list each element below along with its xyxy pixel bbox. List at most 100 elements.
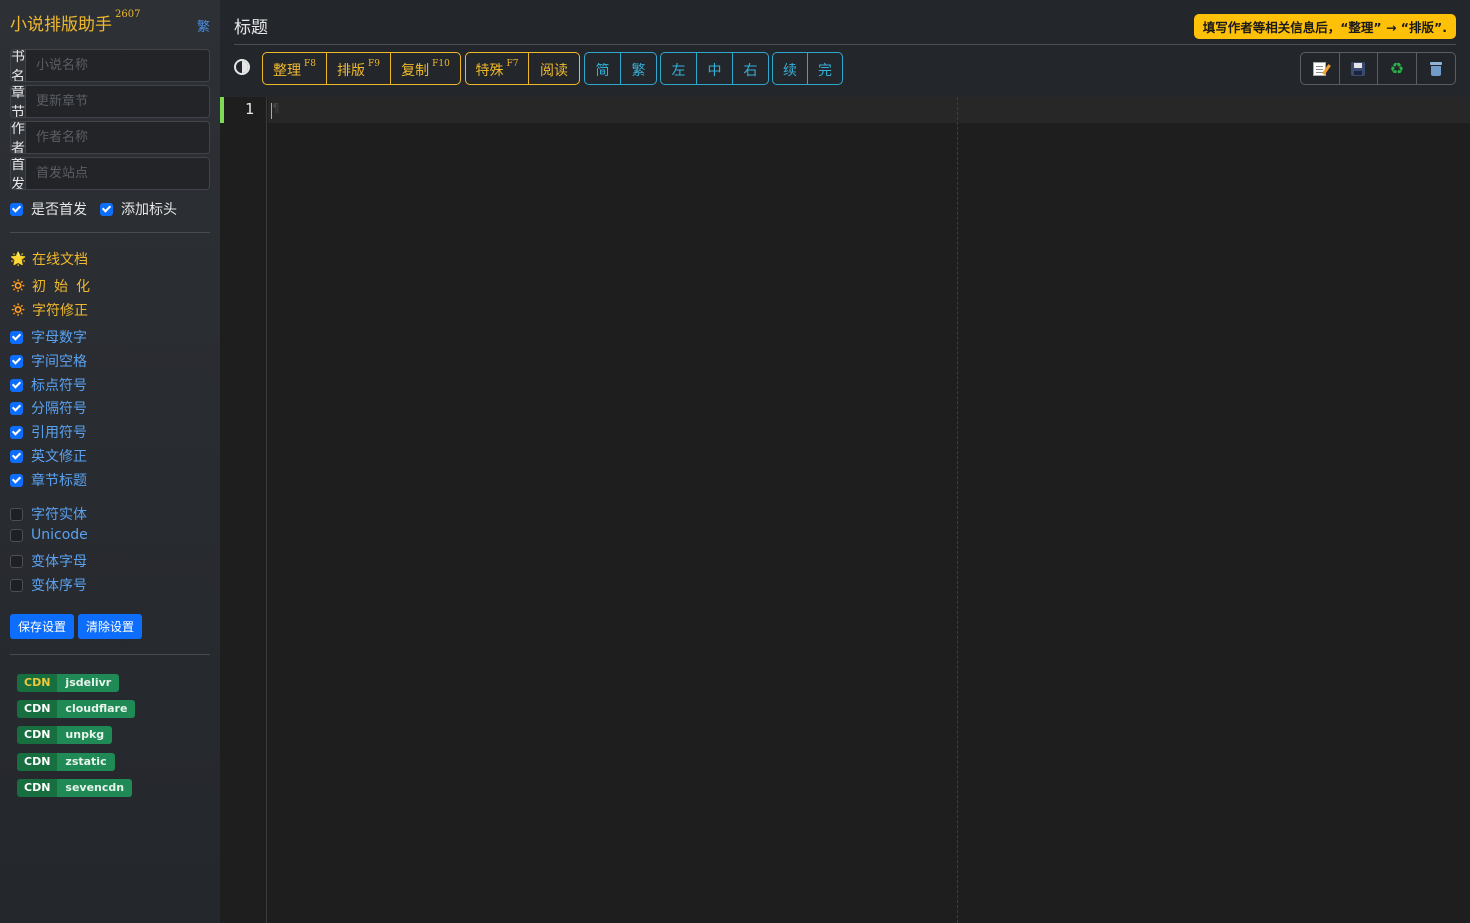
option-label: 字符实体 <box>31 507 87 523</box>
clear-settings-button[interactable]: 清除设置 <box>78 614 143 639</box>
memo-icon <box>1313 61 1327 76</box>
checkbox-checked[interactable] <box>10 330 23 344</box>
read-button[interactable]: 阅读 <box>529 53 579 84</box>
author-input[interactable] <box>26 122 209 153</box>
option-label: 字母数字 <box>31 330 87 346</box>
checkbox-checked[interactable] <box>10 449 23 463</box>
checkbox-checked[interactable] <box>10 378 23 392</box>
option-label: 分隔符号 <box>31 401 87 417</box>
file-actions-group: ♻ <box>1300 52 1456 85</box>
save-settings-button[interactable]: 保存设置 <box>10 614 75 639</box>
continued-button[interactable]: 续 <box>773 53 808 84</box>
cdn-tag: CDN <box>17 700 58 718</box>
button-label: 特殊 <box>475 62 504 79</box>
special-button[interactable]: 特殊 F7 <box>466 53 529 84</box>
button-label: 整理 <box>273 62 301 79</box>
cdn-name: unpkg <box>57 726 113 744</box>
option-variant-numbers[interactable]: 变体序号 <box>10 575 87 595</box>
save-button[interactable] <box>1340 53 1378 84</box>
option-label: Unicode <box>31 527 88 543</box>
recycle-icon: ♻ <box>1389 59 1404 78</box>
checkbox-checked[interactable] <box>10 354 23 368</box>
checkbox-checked[interactable] <box>10 401 23 415</box>
completed-button[interactable]: 完 <box>808 53 842 84</box>
theme-contrast-icon[interactable] <box>234 59 250 75</box>
cdn-badge-zstatic[interactable]: CDN zstatic <box>17 753 115 771</box>
option-variant-letters[interactable]: 变体字母 <box>10 551 87 571</box>
memo-button[interactable] <box>1301 53 1340 84</box>
divider <box>10 232 210 233</box>
align-right-button[interactable]: 右 <box>733 53 768 84</box>
checkbox-unchecked[interactable] <box>10 554 23 568</box>
active-line-marker <box>220 97 224 123</box>
align-left-button[interactable]: 左 <box>661 53 697 84</box>
option-chapter-title[interactable]: 章节标题 <box>10 470 87 490</box>
first-publish-checkbox[interactable]: 是否首发 <box>10 199 87 219</box>
option-punctuation[interactable]: 标点符号 <box>10 375 87 395</box>
first-publish-site-input[interactable] <box>26 158 209 189</box>
checkbox-unchecked[interactable] <box>10 528 23 542</box>
line-gutter: 1 <box>220 97 267 923</box>
line-number: 1 <box>244 100 254 118</box>
text-editor[interactable]: 1 ¶ <box>220 97 1470 923</box>
checkbox-checked[interactable] <box>10 202 23 216</box>
status-group: 续 完 <box>772 52 843 85</box>
checkbox-unchecked[interactable] <box>10 507 23 521</box>
cdn-badge-sevencdn[interactable]: CDN sevencdn <box>17 779 133 797</box>
option-label: 引用符号 <box>31 425 87 441</box>
first-publish-label: 是否首发 <box>31 202 87 218</box>
sun-icon: 🔅 <box>10 302 27 318</box>
cdn-badge-cloudflare[interactable]: CDN cloudflare <box>17 700 136 718</box>
typeset-button[interactable]: 排版 F9 <box>327 53 391 84</box>
option-label: 字间空格 <box>31 354 87 370</box>
simplified-button[interactable]: 简 <box>585 53 621 84</box>
option-alphanumeric[interactable]: 字母数字 <box>10 327 87 347</box>
checkbox-checked[interactable] <box>10 473 23 487</box>
traditional-toggle-link[interactable]: 繁 <box>197 16 210 35</box>
divider <box>10 654 210 655</box>
cdn-badge-unpkg[interactable]: CDN unpkg <box>17 726 113 744</box>
cdn-name: cloudflare <box>57 700 136 718</box>
char-correction-link[interactable]: 🔅 字符修正 <box>10 300 88 320</box>
checkbox-checked[interactable] <box>10 425 23 439</box>
copy-button[interactable]: 复制 F10 <box>391 53 460 84</box>
option-label: 英文修正 <box>31 449 87 465</box>
online-docs-link[interactable]: 🌟 在线文档 <box>10 249 88 269</box>
char-correction-label: 字符修正 <box>32 303 88 319</box>
cdn-tag: CDN <box>17 779 58 797</box>
star-icon: 🌟 <box>10 251 27 267</box>
add-header-label: 添加标头 <box>121 202 177 218</box>
align-center-button[interactable]: 中 <box>697 53 733 84</box>
option-char-spacing[interactable]: 字间空格 <box>10 351 87 371</box>
delete-button[interactable] <box>1417 53 1456 84</box>
tidy-button[interactable]: 整理 F8 <box>263 53 327 84</box>
option-unicode[interactable]: Unicode <box>10 527 88 543</box>
alignment-group: 左 中 右 <box>660 52 769 85</box>
option-label: 变体序号 <box>31 578 87 594</box>
app-title: 小说排版助手2607 <box>10 9 140 35</box>
chapter-input[interactable] <box>26 86 209 117</box>
checkbox-unchecked[interactable] <box>10 578 23 592</box>
script-conversion-group: 简 繁 <box>584 52 657 85</box>
book-name-label: 书名 <box>11 49 26 82</box>
column-ruler <box>957 97 958 923</box>
online-docs-label: 在线文档 <box>32 252 88 268</box>
checkbox-checked[interactable] <box>100 202 113 216</box>
initialize-link[interactable]: 🔅 初始化 <box>10 276 98 296</box>
option-char-entities[interactable]: 字符实体 <box>10 504 87 524</box>
cdn-name: zstatic <box>57 753 115 771</box>
cdn-badge-jsdelivr[interactable]: CDN jsdelivr <box>17 674 120 692</box>
recycle-button[interactable]: ♻ <box>1378 53 1417 84</box>
add-header-checkbox[interactable]: 添加标头 <box>100 199 177 219</box>
traditional-button[interactable]: 繁 <box>621 53 656 84</box>
shortcut-key: F10 <box>432 58 450 69</box>
cdn-tag: CDN <box>17 726 58 744</box>
sidebar: 小说排版助手2607 繁 书名 章节 作者 首发 是否首发 添加标头 🌟 <box>0 0 220 923</box>
option-separators[interactable]: 分隔符号 <box>10 398 87 418</box>
option-quotes[interactable]: 引用符号 <box>10 422 87 442</box>
option-english-fix[interactable]: 英文修正 <box>10 446 87 466</box>
book-name-input[interactable] <box>26 50 209 81</box>
shortcut-key: F9 <box>368 58 380 69</box>
format-button-group: 整理 F8 排版 F9 复制 F10 <box>262 52 461 85</box>
hint-badge: 填写作者等相关信息后，“整理” → “排版”. <box>1193 14 1456 39</box>
